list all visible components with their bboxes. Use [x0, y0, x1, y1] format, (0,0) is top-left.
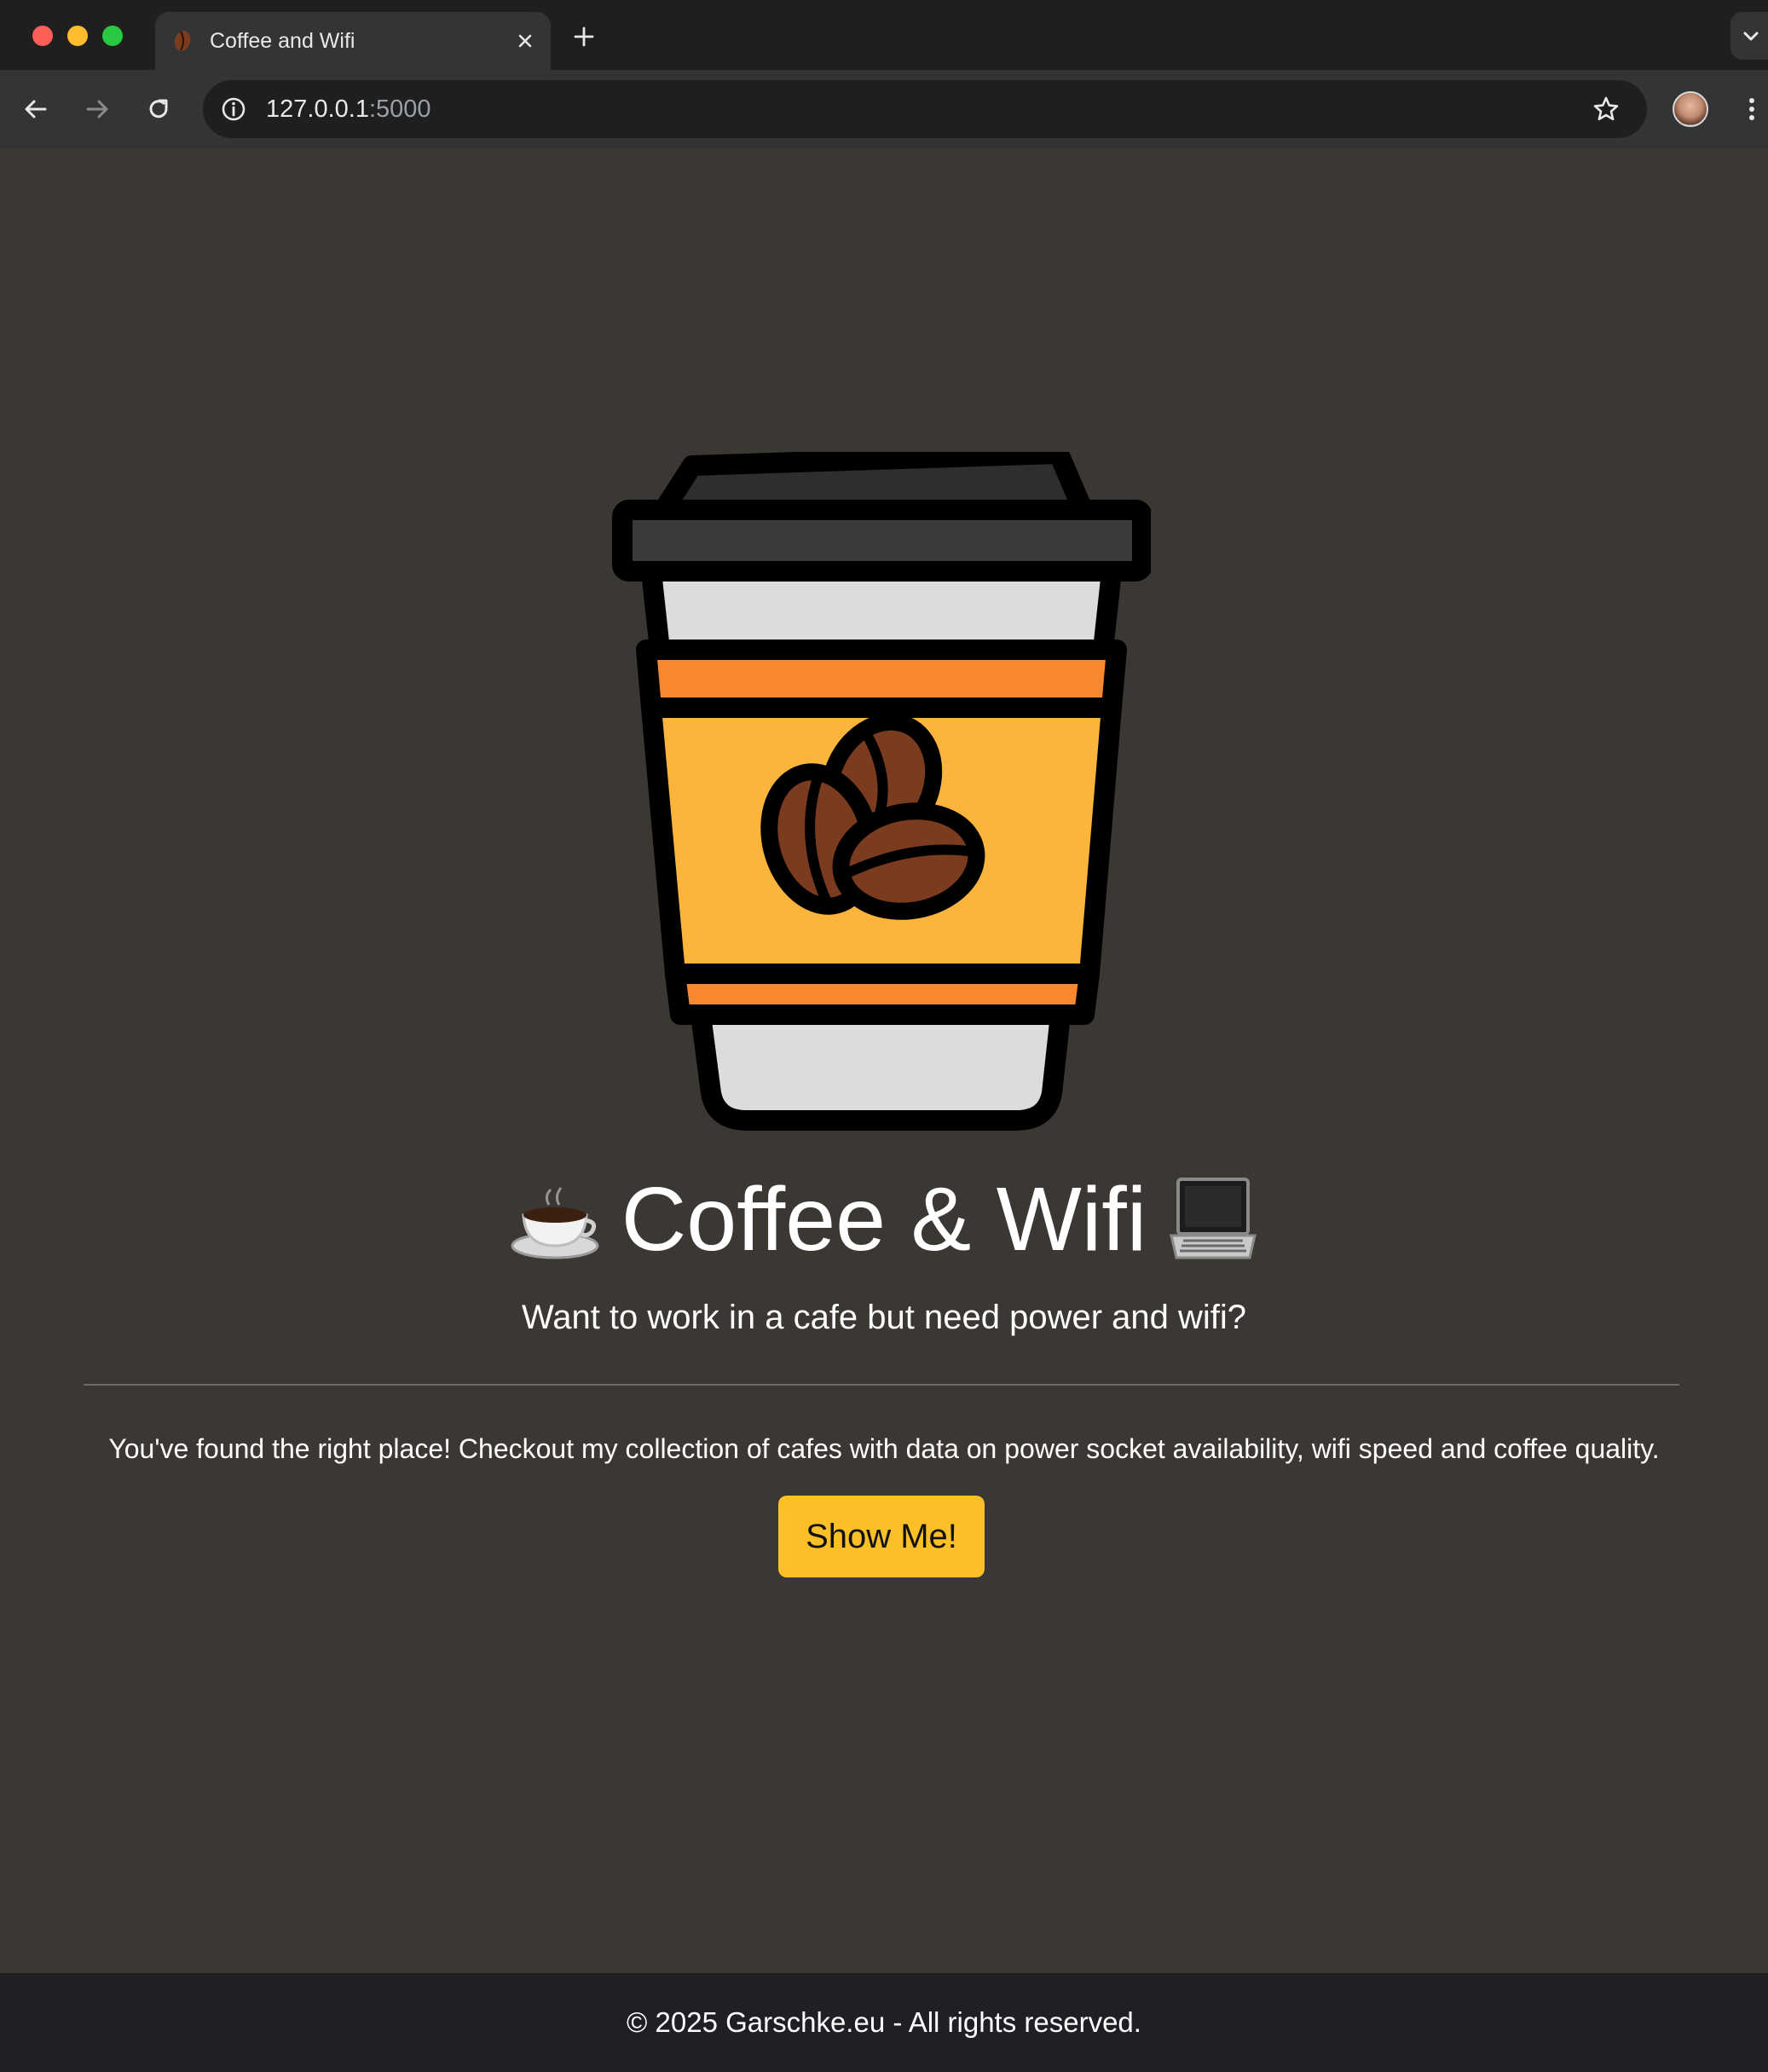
footer-copyright: © 2025 Garschke.eu - All rights reserved…: [627, 2006, 1141, 2038]
arrow-left-icon[interactable]: [20, 94, 51, 124]
coffee-emoji: [508, 1172, 602, 1266]
arrow-right-icon[interactable]: [82, 94, 113, 124]
reload-icon[interactable]: [143, 94, 174, 124]
coffee-cup-logo: [610, 452, 1151, 1274]
chevron-down-icon: [1743, 32, 1759, 41]
plus-icon[interactable]: [569, 22, 598, 51]
window-minimize-button[interactable]: [67, 26, 88, 46]
coffee-bean-icon: [174, 31, 191, 51]
profile-avatar[interactable]: [1673, 91, 1708, 127]
page-title: Coffee & Wifi: [621, 1169, 1147, 1270]
url-host: 127.0.0.1: [266, 95, 369, 123]
page-content: Coffee & Wifi Want to work in a cafe but…: [0, 148, 1768, 1973]
window-close-button[interactable]: [32, 26, 53, 46]
info-icon[interactable]: [218, 94, 249, 124]
url-text[interactable]: 127.0.0.1:5000: [266, 90, 431, 128]
window-maximize-button[interactable]: [102, 26, 123, 46]
close-icon[interactable]: [513, 29, 537, 53]
address-bar[interactable]: 127.0.0.1:5000: [203, 80, 1647, 138]
subtitle: Want to work in a cafe but need power an…: [521, 1299, 1247, 1336]
star-icon[interactable]: [1591, 94, 1621, 124]
tab-title: Coffee and Wifi: [210, 29, 355, 53]
footer: © 2025 Garschke.eu - All rights reserved…: [0, 1973, 1768, 2072]
laptop-emoji: [1166, 1172, 1260, 1266]
divider: [84, 1384, 1679, 1386]
coffee-cup-image: [612, 452, 1151, 1131]
heading-row: Coffee & Wifi: [0, 1168, 1768, 1270]
show-me-button[interactable]: Show Me!: [778, 1496, 985, 1577]
tab-search-button[interactable]: [1730, 12, 1768, 60]
url-port: :5000: [368, 95, 431, 123]
browser-toolbar: 127.0.0.1:5000: [0, 70, 1768, 148]
browser-tab-active[interactable]: Coffee and Wifi: [155, 12, 551, 70]
browser-tab-strip: Coffee and Wifi: [0, 0, 1768, 70]
vertical-dots-icon[interactable]: [1739, 94, 1765, 124]
lead-text: You've found the right place! Checkout m…: [108, 1433, 1660, 1464]
